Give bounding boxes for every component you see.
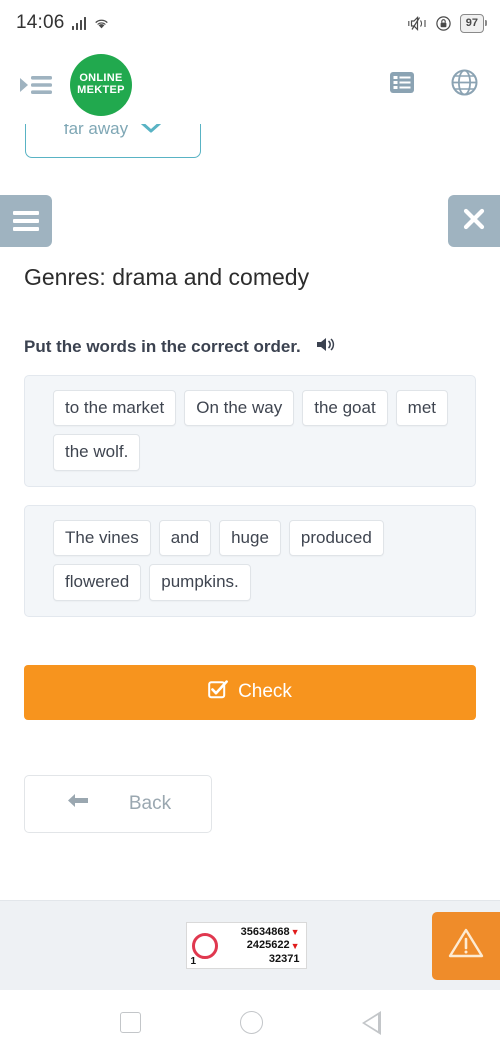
logo-line-2: MEKTEP [77, 84, 125, 96]
status-clock: 14:06 [16, 12, 65, 33]
counter-rank: 1 [190, 956, 197, 968]
status-bar-left: 14:06 [16, 12, 110, 34]
phone-screen: 14:06 97 ONLINE MEKTEP far away Genres: … [0, 0, 500, 1055]
counter-trend-2: ▼ [290, 940, 300, 951]
square-recents-icon[interactable] [119, 1012, 141, 1033]
footer-bar: 1 35634868 ▼ 2425622 ▼ 32371 [0, 900, 500, 990]
vibrate-icon [408, 15, 427, 31]
status-bar: 14:06 97 [0, 0, 500, 46]
list-view-icon[interactable] [389, 70, 415, 100]
screen-lock-icon [436, 15, 451, 31]
word-chip[interactable]: On the way [184, 390, 295, 427]
app-header: ONLINE MEKTEP [0, 46, 500, 124]
banner-controls-row [0, 192, 500, 250]
counter-line-2: 2425622 ▼ [247, 939, 300, 952]
circle-home-icon[interactable] [239, 1011, 263, 1034]
far-away-select-value: far away [63, 124, 129, 138]
word-chip[interactable]: huge [219, 519, 281, 557]
report-problem-button[interactable] [432, 911, 500, 980]
word-chip[interactable]: The vines [53, 519, 151, 557]
check-button-label: Check [238, 681, 292, 703]
far-away-select[interactable]: far away [25, 124, 201, 158]
word-chip[interactable]: met [395, 390, 449, 427]
speaker-audio-icon[interactable] [315, 335, 337, 359]
header-actions [389, 69, 478, 101]
close-button[interactable] [448, 195, 500, 247]
chevron-down-icon [140, 124, 162, 139]
counter-value-1: 35634868 [240, 925, 290, 938]
word-chip[interactable]: to the market [53, 390, 177, 427]
counter-value-2: 2425622 [246, 939, 290, 952]
counter-trend-1: ▼ [290, 927, 300, 938]
signal-bars-icon [71, 16, 87, 30]
word-chip[interactable]: produced [288, 519, 384, 557]
online-mektep-logo[interactable]: ONLINE MEKTEP [70, 54, 132, 116]
counter-line-1: 35634868 ▼ [241, 926, 300, 939]
android-nav-bar [0, 990, 500, 1055]
counter-numbers: 35634868 ▼ 2425622 ▼ 32371 [226, 926, 300, 966]
task-instruction-row: Put the words in the correct order. [24, 335, 476, 359]
word-chip[interactable]: the goat [302, 390, 388, 427]
checkbox-checked-icon [208, 679, 228, 705]
close-x-icon [463, 208, 485, 235]
back-button-label: Back [128, 792, 172, 814]
word-chip[interactable]: and [158, 519, 212, 557]
word-chip[interactable]: flowered [53, 564, 142, 601]
lesson-content: Genres: drama and comedy Put the words i… [0, 250, 500, 900]
word-chip[interactable]: the wolf. [53, 434, 141, 471]
indent-menu-icon[interactable] [18, 70, 54, 100]
visitor-counter-widget[interactable]: 1 35634868 ▼ 2425622 ▼ 32371 [185, 921, 307, 970]
cut-off-select-area: far away [0, 124, 500, 168]
globe-language-icon[interactable] [451, 69, 478, 101]
sidebar-toggle-button[interactable] [0, 195, 52, 247]
check-button[interactable]: Check [24, 664, 476, 720]
word-group-2: The vines and huge produced flowered pumpkins… [24, 504, 476, 617]
task-instruction: Put the words in the correct order. [24, 337, 301, 356]
back-button[interactable]: Back [24, 774, 212, 833]
warning-triangle-icon [448, 927, 484, 964]
word-group-1: to the market On the way the goat met the wo… [24, 375, 476, 487]
hamburger-menu-icon [13, 207, 39, 235]
counter-line-3: 32371 [269, 953, 300, 966]
red-circle-icon [191, 933, 218, 959]
status-bar-right: 97 [408, 13, 484, 33]
word-chip[interactable]: pumpkins. [149, 564, 251, 601]
triangle-back-icon[interactable] [361, 1010, 381, 1035]
arrow-left-icon [65, 791, 91, 816]
counter-value-3: 32371 [268, 952, 300, 965]
page-title: Genres: drama and comedy [24, 264, 310, 290]
wifi-icon [93, 17, 110, 30]
battery-indicator: 97 [459, 13, 484, 33]
